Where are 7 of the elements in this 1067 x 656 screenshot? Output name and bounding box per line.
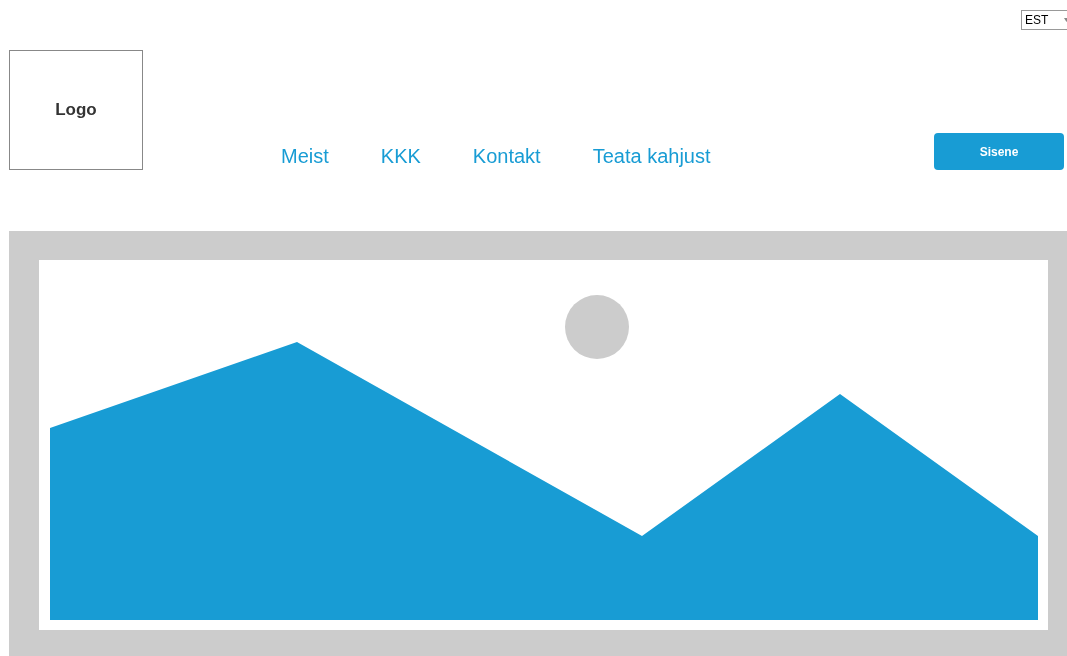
nav-link[interactable]: KKK: [380, 145, 421, 168]
login-button[interactable]: Sisene: [934, 133, 1064, 170]
nav-link[interactable]: Teata kahjust: [592, 145, 711, 168]
logo-text: Logo: [55, 100, 97, 120]
language-select[interactable]: EST: [1021, 10, 1067, 30]
nav-link[interactable]: Kontakt: [472, 145, 541, 168]
nav-link[interactable]: Meist: [281, 145, 329, 168]
